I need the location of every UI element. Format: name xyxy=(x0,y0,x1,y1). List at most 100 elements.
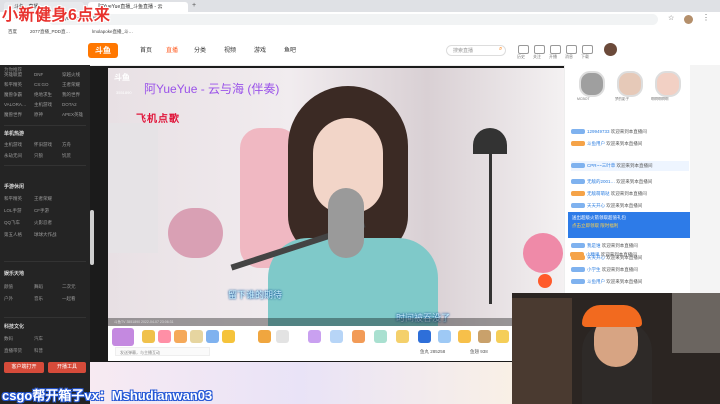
chat-username[interactable]: 小糖果 xyxy=(586,252,600,257)
sidebar-item[interactable]: 永劫无间 xyxy=(4,153,22,159)
gift-icon[interactable] xyxy=(438,330,451,343)
rank-avatar-2[interactable] xyxy=(617,71,643,97)
douyu-logo[interactable]: 斗鱼 xyxy=(88,43,118,58)
search-icon[interactable]: ⌕ xyxy=(499,46,502,53)
sidebar-item[interactable]: 主机游戏 xyxy=(4,142,22,148)
sidebar-item[interactable]: DNF xyxy=(34,72,43,77)
sidebar-item[interactable]: 绝地求生 xyxy=(34,92,52,98)
nav-game[interactable]: 游戏 xyxy=(254,45,266,57)
fan-badge-icon[interactable] xyxy=(112,328,134,346)
sidebar-item[interactable]: CF手游 xyxy=(34,208,49,214)
sidebar-item[interactable]: 音乐 xyxy=(34,296,43,302)
sidebar-item[interactable]: 魔兽争霸 xyxy=(4,92,22,98)
nav-video[interactable]: 视频 xyxy=(224,45,236,57)
video-player[interactable]: 斗鱼 3551890 阿YueYue - 云与海 (伴奏) 飞机点歌 留下谁的期… xyxy=(108,68,564,326)
chat-username[interactable]: 129949733 xyxy=(587,129,610,134)
gift-icon[interactable] xyxy=(206,330,219,343)
sidebar-item[interactable]: QQ飞车 xyxy=(4,220,20,226)
sidebar-item[interactable]: 颜值 xyxy=(4,284,13,290)
sidebar-item[interactable]: 直播带货 xyxy=(4,348,22,354)
sidebar-item[interactable]: 王者荣耀 xyxy=(62,82,80,88)
sidebar-item[interactable]: CS:GO xyxy=(34,82,49,87)
sidebar-item[interactable]: 和平精英 xyxy=(4,196,22,202)
sidebar-item[interactable]: APEX英雄 xyxy=(62,112,83,118)
bookmark-3[interactable]: lmolapoke直播_斗… xyxy=(92,27,133,37)
history-icon[interactable] xyxy=(518,45,529,54)
star-icon[interactable]: ☆ xyxy=(668,14,674,22)
sidebar-item[interactable]: 汽车 xyxy=(34,336,43,342)
gift-icon[interactable] xyxy=(478,330,491,343)
sidebar-item[interactable]: 火影忍者 xyxy=(34,220,52,226)
gift-icon[interactable] xyxy=(258,330,271,343)
gift-icon[interactable] xyxy=(174,330,187,343)
sidebar-item[interactable]: 第五人格 xyxy=(4,232,22,238)
rank-avatar-3[interactable] xyxy=(655,71,681,97)
right-scroll-area[interactable] xyxy=(690,65,720,293)
nav-live[interactable]: 直播 xyxy=(166,45,178,57)
gift-icon[interactable] xyxy=(396,330,409,343)
chat-username[interactable]: 我是谁 xyxy=(587,243,601,248)
user-avatar[interactable] xyxy=(604,43,617,56)
player-controls[interactable]: 斗鱼TV 3551890 2022-04-07 23:06:31 xyxy=(108,318,564,326)
gift-icon[interactable] xyxy=(352,330,365,343)
sidebar-item[interactable]: 穿越火线 xyxy=(62,72,80,78)
gift-icon[interactable] xyxy=(496,330,509,343)
url-field[interactable]: douyu.com/3551890 xyxy=(48,14,658,25)
new-tab-icon[interactable]: + xyxy=(192,2,196,9)
bookmark-2[interactable]: 2077直播_PDD直… xyxy=(30,27,70,37)
chat-username[interactable]: 天天开心 xyxy=(587,203,605,208)
chat-username[interactable]: 斗鱼用户 xyxy=(587,141,605,146)
sidebar-item[interactable]: 户外 xyxy=(4,296,13,302)
chat-username[interactable]: 无敌萌萌哒 xyxy=(587,191,610,196)
sidebar-item[interactable]: 科普 xyxy=(34,348,43,354)
sidebar-item[interactable]: 和平精英 xyxy=(4,82,22,88)
gift-icon[interactable] xyxy=(458,330,471,343)
gift-icon[interactable] xyxy=(190,330,203,343)
chat-username[interactable]: 无敌的2001… xyxy=(587,179,615,184)
sidebar-item[interactable]: 数码 xyxy=(4,336,13,342)
nav-home[interactable]: 首页 xyxy=(140,45,152,57)
sidebar-item[interactable]: 只狼 xyxy=(34,153,43,159)
gift-icon[interactable] xyxy=(330,330,343,343)
sidebar-item[interactable]: 怀旧游戏 xyxy=(34,142,52,148)
gift-icon[interactable] xyxy=(142,330,155,343)
rank-avatar-1[interactable] xyxy=(579,71,605,97)
sidebar-item[interactable]: 主机游戏 xyxy=(34,102,52,108)
gift-icon[interactable] xyxy=(374,330,387,343)
sidebar-item[interactable]: LOL手游 xyxy=(4,208,22,214)
promo-banner[interactable]: 送出超级火箭领取超值礼包 点击立即领取 限时福利 xyxy=(568,212,690,238)
nav-fishbar[interactable]: 鱼吧 xyxy=(284,45,296,57)
chat-username[interactable]: 小学生 xyxy=(587,267,601,272)
nav-category[interactable]: 分类 xyxy=(194,45,206,57)
broadcast-tool-button[interactable]: 开播工具 xyxy=(48,362,86,373)
sidebar-item[interactable]: 原神 xyxy=(34,112,43,118)
chat-username[interactable]: CPR~~三叶草 xyxy=(587,163,615,168)
sidebar-item[interactable]: 王者荣耀 xyxy=(34,196,52,202)
fire-icon[interactable] xyxy=(538,274,552,288)
follow-icon[interactable] xyxy=(534,45,545,54)
danmaku-input[interactable]: 发送弹幕，与主播互动 xyxy=(115,347,210,356)
broadcast-icon[interactable] xyxy=(550,45,561,54)
sidebar-item[interactable]: VALORA… xyxy=(4,102,26,107)
search-input[interactable]: 搜索直播 xyxy=(446,45,506,56)
bookmark-1[interactable]: 百度 xyxy=(8,27,17,37)
download-icon[interactable] xyxy=(582,45,593,54)
menu-icon[interactable]: ⋮ xyxy=(702,13,710,22)
chat-username[interactable]: 斗鱼用户 xyxy=(587,279,605,284)
sidebar-item[interactable]: 舞蹈 xyxy=(34,284,43,290)
gift-icon[interactable] xyxy=(276,330,289,343)
gift-icon[interactable] xyxy=(158,330,171,343)
sidebar-item[interactable]: 球球大作战 xyxy=(34,232,57,238)
sidebar-item[interactable]: 方舟 xyxy=(62,142,71,148)
sidebar-item[interactable]: 一起看 xyxy=(62,296,76,302)
profile-icon[interactable] xyxy=(684,15,693,24)
sidebar-item[interactable]: 魔兽世界 xyxy=(4,112,22,118)
sidebar-collapse-handle[interactable] xyxy=(90,210,94,265)
sidebar-item[interactable]: 二次元 xyxy=(62,284,76,290)
sidebar-item[interactable]: 英雄联盟 xyxy=(4,72,22,78)
gift-icon[interactable] xyxy=(308,330,321,343)
message-icon[interactable] xyxy=(566,45,577,54)
sidebar-item[interactable]: DOTA2 xyxy=(62,102,77,107)
sidebar-item[interactable]: 我的世界 xyxy=(62,92,80,98)
sidebar-item[interactable]: 饥荒 xyxy=(62,153,71,159)
